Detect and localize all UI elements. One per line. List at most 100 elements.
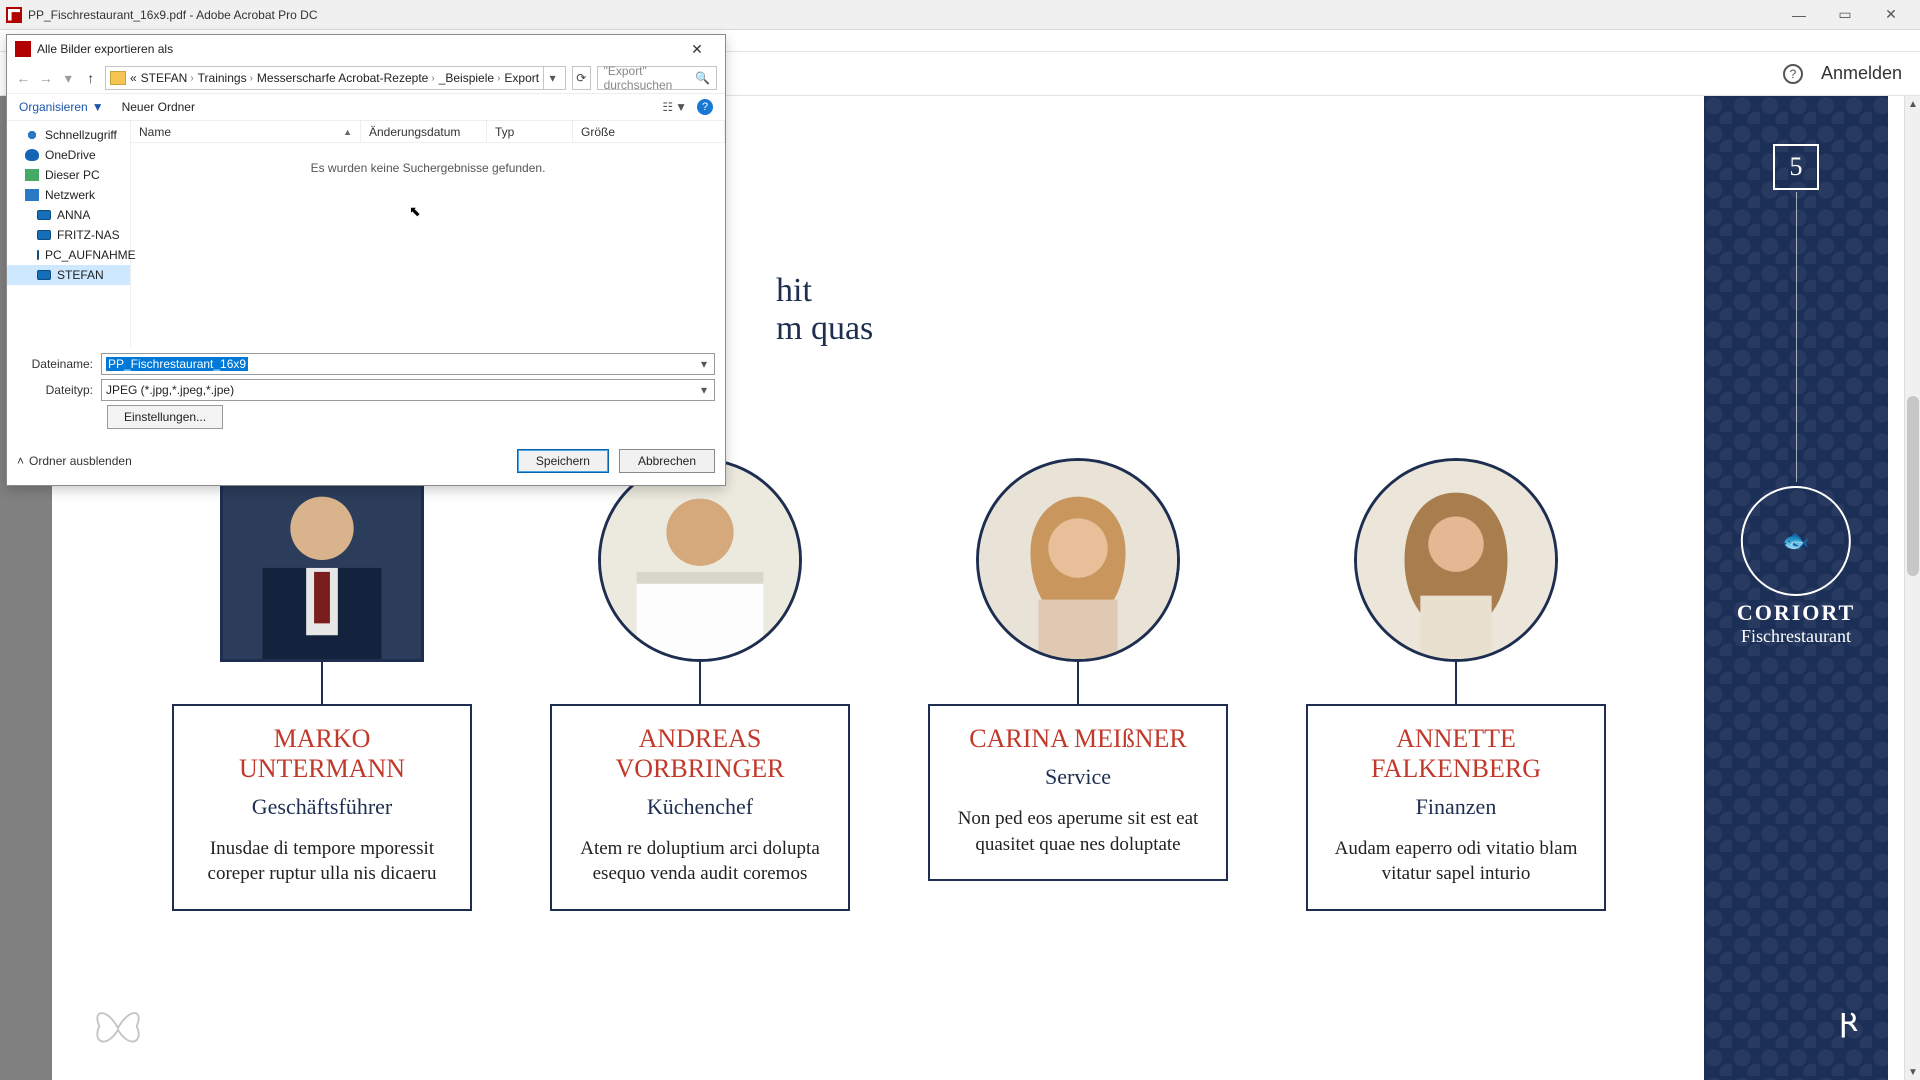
dialog-app-icon (15, 41, 31, 57)
tree-this-pc[interactable]: Dieser PC (7, 165, 130, 185)
star-icon (25, 129, 39, 141)
nav-back-button[interactable]: ← (15, 67, 31, 89)
organize-button[interactable]: Organisieren ▼ (19, 100, 104, 114)
cancel-label: Abbrechen (638, 454, 696, 468)
chevron-down-icon: ▼ (92, 100, 104, 114)
crumb-root[interactable]: « (130, 71, 137, 85)
member-text: Inusdae di tempore mporessit coreper rup… (190, 836, 454, 887)
filetype-label: Dateityp: (17, 383, 101, 397)
team-grid: MARKO UNTERMANN Geschäftsführer Inusdae … (172, 458, 1606, 911)
folder-tree[interactable]: Schnellzugriff OneDrive Dieser PC Netzwe… (7, 121, 131, 347)
nav-up-button[interactable]: ↑ (82, 67, 98, 89)
nav-recent-button[interactable]: ▾ (60, 67, 76, 89)
tree-host-selected[interactable]: STEFAN (7, 265, 130, 285)
monitor-icon (37, 270, 51, 280)
maximize-button[interactable]: ▭ (1822, 0, 1868, 30)
save-button[interactable]: Speichern (517, 449, 609, 473)
headline-fragment-2: m quas (776, 310, 873, 348)
col-date[interactable]: Änderungsdatum (361, 121, 487, 142)
refresh-button[interactable]: ⟳ (572, 66, 590, 90)
chevron-down-icon[interactable]: ▾ (696, 356, 712, 372)
tree-host[interactable]: FRITZ-NAS (7, 225, 130, 245)
tree-label: FRITZ-NAS (57, 228, 120, 242)
col-label: Name (139, 125, 171, 139)
avatar (220, 458, 424, 662)
chevron-right-icon: › (250, 73, 253, 84)
col-name[interactable]: Name▲ (131, 121, 361, 142)
cancel-button[interactable]: Abbrechen (619, 449, 715, 473)
brand-subtitle: Fischrestaurant (1737, 626, 1855, 647)
view-mode-button[interactable]: ☷▼ (662, 100, 687, 114)
dialog-titlebar: Alle Bilder exportieren als ✕ (7, 35, 725, 63)
col-type[interactable]: Typ (487, 121, 573, 142)
folder-icon (110, 71, 126, 85)
page-number: 5 (1773, 144, 1819, 190)
tree-host[interactable]: PC_AUFNAHME (7, 245, 130, 265)
dialog-address-bar: ← → ▾ ↑ « STEFAN› Trainings› Messerschar… (7, 63, 725, 93)
tree-quick-access[interactable]: Schnellzugriff (7, 125, 130, 145)
scroll-down-icon[interactable]: ▼ (1905, 1064, 1920, 1080)
column-headers[interactable]: Name▲ Änderungsdatum Typ Größe (131, 121, 725, 143)
new-folder-button[interactable]: Neuer Ordner (122, 100, 195, 114)
signin-link[interactable]: Anmelden (1821, 63, 1902, 84)
filename-label: Dateiname: (17, 357, 101, 371)
chevron-right-icon: › (431, 73, 434, 84)
tree-host[interactable]: ANNA (7, 205, 130, 225)
tree-label: Netzwerk (45, 188, 95, 202)
scroll-up-icon[interactable]: ▲ (1905, 96, 1920, 112)
scroll-thumb[interactable] (1907, 396, 1919, 576)
dialog-help-button[interactable]: ? (697, 99, 713, 115)
save-label: Speichern (536, 454, 590, 468)
tree-label: OneDrive (45, 148, 96, 162)
close-button[interactable]: ✕ (1868, 0, 1914, 30)
filetype-value: JPEG (*.jpg,*.jpeg,*.jpe) (106, 383, 234, 397)
nav-forward-button[interactable]: → (37, 67, 53, 89)
filename-field[interactable]: PP_Fischrestaurant_16x9 ▾ (101, 353, 715, 375)
organize-label: Organisieren (19, 100, 88, 114)
vertical-scrollbar[interactable]: ▲ ▼ (1904, 96, 1920, 1080)
filetype-field[interactable]: JPEG (*.jpg,*.jpeg,*.jpe) ▾ (101, 379, 715, 401)
crumb-item[interactable]: Messerscharfe Acrobat-Rezepte (257, 71, 428, 85)
tree-onedrive[interactable]: OneDrive (7, 145, 130, 165)
dialog-close-button[interactable]: ✕ (677, 36, 717, 62)
crumb-item[interactable]: _Beispiele (439, 71, 494, 85)
connector (321, 662, 323, 704)
settings-button[interactable]: Einstellungen... (107, 405, 223, 429)
headline-fragment-1: hit (776, 272, 812, 310)
member-role: Service (946, 764, 1210, 790)
tree-network[interactable]: Netzwerk (7, 185, 130, 205)
hide-folders-toggle[interactable]: ˄ Ordner ausblenden (17, 454, 132, 468)
page-side-band: 5 🐟 CORIORT Fischrestaurant 𐍂 (1704, 96, 1888, 1080)
tree-label: ANNA (57, 208, 90, 222)
tree-label: Schnellzugriff (45, 128, 117, 142)
help-icon[interactable]: ? (1783, 64, 1803, 84)
team-member: ANDREAS VORBRINGER Küchenchef Atem re do… (550, 458, 850, 911)
crumb-item[interactable]: Trainings (198, 71, 247, 85)
fish-icon: 🐟 (1741, 486, 1851, 596)
minimize-button[interactable]: — (1776, 0, 1822, 30)
address-dropdown-icon[interactable]: ▾ (543, 67, 561, 89)
connector (699, 662, 701, 704)
search-icon: 🔍 (695, 71, 710, 85)
breadcrumb[interactable]: « STEFAN› Trainings› Messerscharfe Acrob… (105, 66, 566, 90)
acrobat-app-icon (6, 7, 22, 23)
col-size[interactable]: Größe (573, 121, 725, 142)
chevron-down-icon[interactable]: ▾ (696, 382, 712, 398)
crumb-item[interactable]: Export (504, 71, 539, 85)
avatar (598, 458, 802, 662)
settings-label: Einstellungen... (124, 410, 206, 424)
connector (1455, 662, 1457, 704)
hide-folders-label: Ordner ausblenden (29, 454, 132, 468)
search-placeholder: "Export" durchsuchen (604, 64, 695, 92)
tree-label: PC_AUFNAHME (45, 248, 136, 262)
filename-value: PP_Fischrestaurant_16x9 (106, 357, 248, 371)
tree-label: Dieser PC (45, 168, 100, 182)
search-input[interactable]: "Export" durchsuchen 🔍 (597, 66, 717, 90)
dialog-title: Alle Bilder exportieren als (37, 42, 173, 56)
dialog-body: Schnellzugriff OneDrive Dieser PC Netzwe… (7, 121, 725, 347)
col-label: Größe (581, 125, 615, 139)
crumb-item[interactable]: STEFAN (141, 71, 188, 85)
member-role: Finanzen (1324, 794, 1588, 820)
chevron-down-icon: ▼ (675, 100, 687, 114)
member-name: MARKO UNTERMANN (190, 724, 454, 784)
